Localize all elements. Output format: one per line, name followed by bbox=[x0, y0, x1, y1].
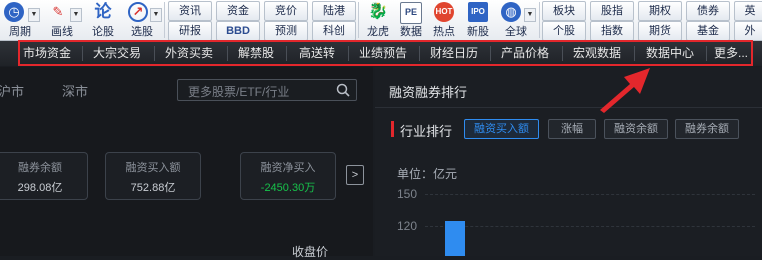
annotation-arrow bbox=[600, 68, 650, 113]
